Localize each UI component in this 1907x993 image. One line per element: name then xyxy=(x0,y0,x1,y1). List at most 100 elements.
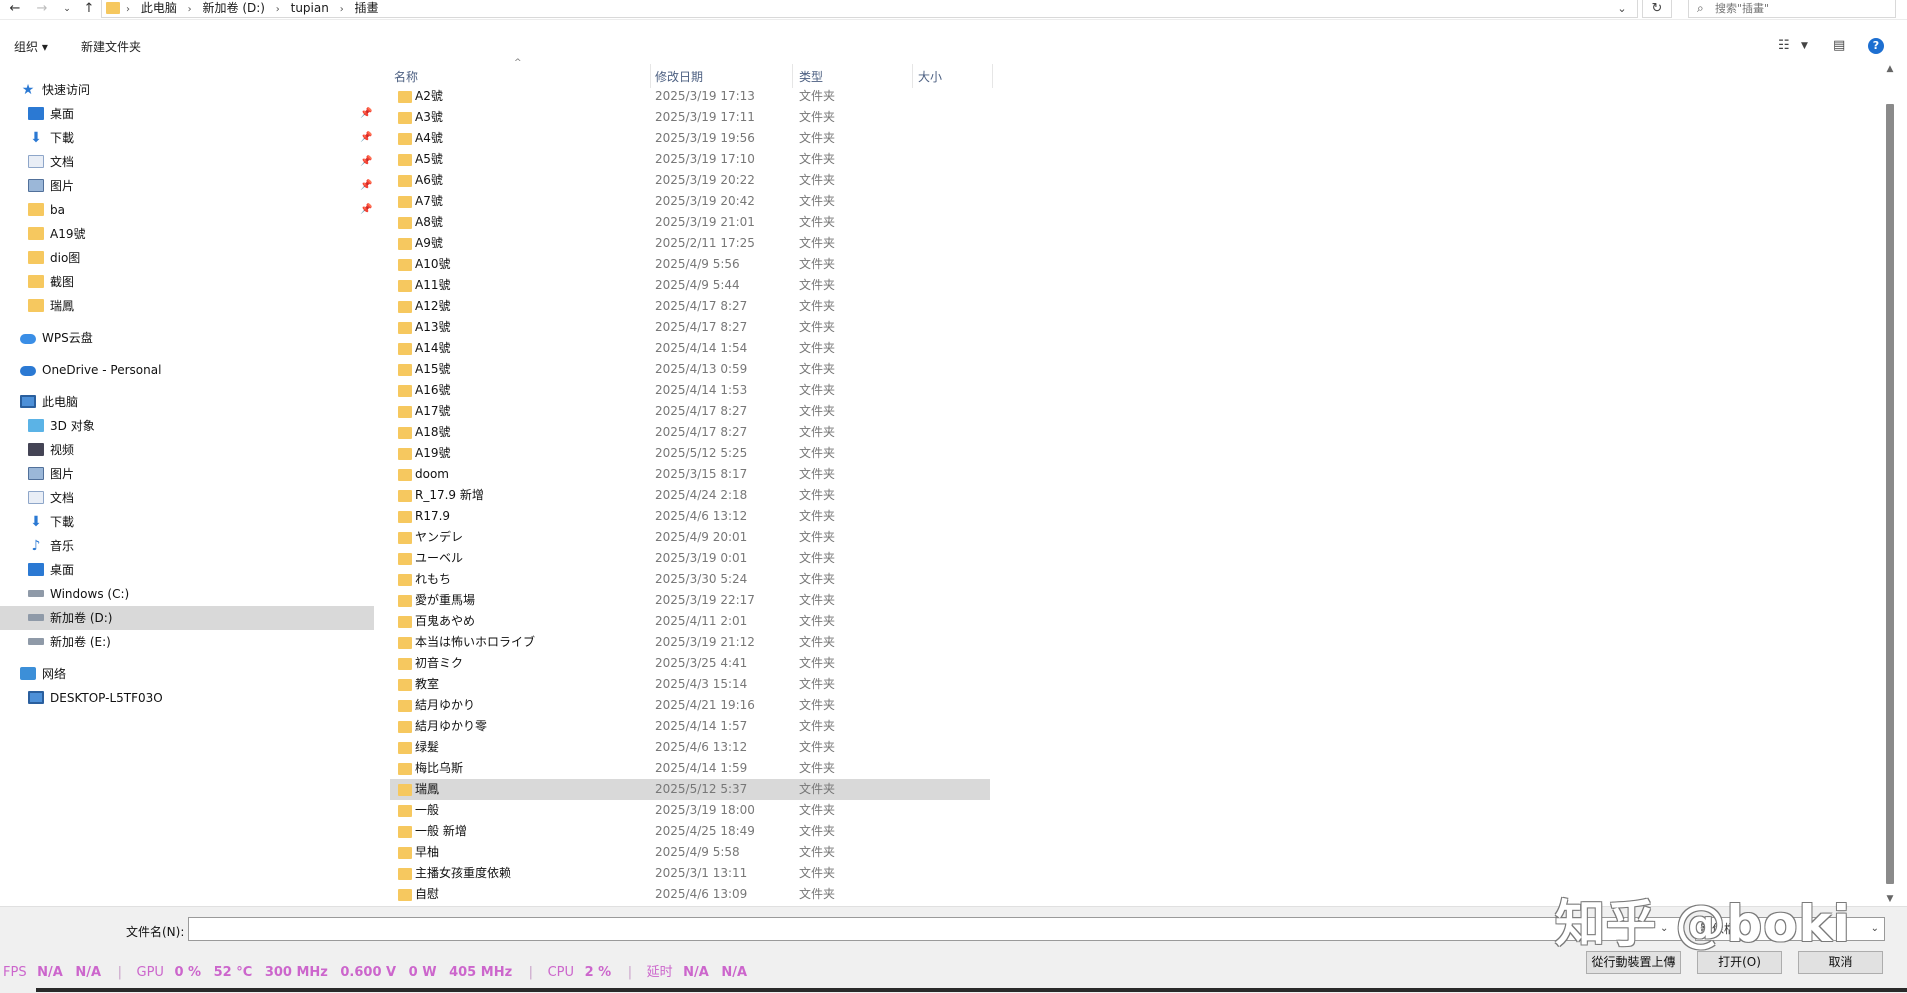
file-modified-date: 2025/3/19 20:22 xyxy=(655,173,755,187)
file-row-selected[interactable]: 瑞鳳 2025/5/12 5:37 文件夹 xyxy=(390,779,990,800)
view-options-icon[interactable]: ☷ xyxy=(1778,38,1790,53)
file-row[interactable]: 結月ゆかり 2025/4/21 19:16 文件夹 xyxy=(390,695,990,716)
file-row[interactable]: A14號 2025/4/14 1:54 文件夹 xyxy=(390,338,990,359)
nav-item[interactable]: ⬇ 下載 xyxy=(28,126,74,150)
nav-item[interactable]: 桌面 xyxy=(28,558,74,582)
nav-item-selected[interactable]: 新加卷 (D:) xyxy=(0,606,374,630)
file-row[interactable]: A19號 2025/5/12 5:25 文件夹 xyxy=(390,443,990,464)
file-modified-date: 2025/3/15 8:17 xyxy=(655,467,748,481)
column-divider[interactable] xyxy=(992,64,993,88)
file-row[interactable]: A3號 2025/3/19 17:11 文件夹 xyxy=(390,107,990,128)
file-row[interactable]: 本当は怖いホロライブ 2025/3/19 21:12 文件夹 xyxy=(390,632,990,653)
file-row[interactable]: A17號 2025/4/17 8:27 文件夹 xyxy=(390,401,990,422)
nav-item[interactable]: ♪ 音乐 xyxy=(28,534,74,558)
up-arrow-icon[interactable]: ↑ xyxy=(80,0,98,18)
nav-item[interactable]: 3D 对象 xyxy=(28,414,95,438)
file-row[interactable]: 主播女孩重度依赖 2025/3/1 13:11 文件夹 xyxy=(390,863,990,884)
file-type: 文件夹 xyxy=(799,425,836,439)
file-row[interactable]: 一般 2025/3/19 18:00 文件夹 xyxy=(390,800,990,821)
nav-item[interactable]: 图片 xyxy=(28,462,74,486)
file-type: 文件夹 xyxy=(799,866,836,880)
preview-pane-icon[interactable]: ▤ xyxy=(1833,38,1845,53)
file-row[interactable]: 早柚 2025/4/9 5:58 文件夹 xyxy=(390,842,990,863)
file-row[interactable]: 教室 2025/4/3 15:14 文件夹 xyxy=(390,674,990,695)
file-row[interactable]: A8號 2025/3/19 21:01 文件夹 xyxy=(390,212,990,233)
file-name: A16號 xyxy=(415,383,451,397)
search-input[interactable] xyxy=(1715,1,1891,16)
file-row[interactable]: A9號 2025/2/11 17:25 文件夹 xyxy=(390,233,990,254)
nav-item[interactable]: Windows (C:) xyxy=(28,582,129,606)
recent-chevron-down-icon[interactable]: ⌄ xyxy=(61,0,73,18)
file-row[interactable]: A2號 2025/3/19 17:13 文件夹 xyxy=(390,86,990,107)
nav-item[interactable]: ⬇ 下載 xyxy=(28,510,74,534)
nav-item[interactable]: 图片 xyxy=(28,174,74,198)
file-row[interactable]: A4號 2025/3/19 19:56 文件夹 xyxy=(390,128,990,149)
file-row[interactable]: 自慰 2025/4/6 13:09 文件夹 xyxy=(390,884,990,904)
nav-network[interactable]: 网络 xyxy=(20,662,66,686)
breadcrumb-item[interactable]: 此电脑 xyxy=(141,1,177,15)
scrollbar-thumb[interactable] xyxy=(1886,104,1894,884)
file-row[interactable]: A6號 2025/3/19 20:22 文件夹 xyxy=(390,170,990,191)
file-row[interactable]: R_17.9 新增 2025/4/24 2:18 文件夹 xyxy=(390,485,990,506)
nav-wps-cloud[interactable]: WPS云盘 xyxy=(20,326,93,350)
file-row[interactable]: 初音ミク 2025/3/25 4:41 文件夹 xyxy=(390,653,990,674)
refresh-icon[interactable]: ↻ xyxy=(1642,0,1672,18)
vertical-scrollbar[interactable]: ▲ ▼ xyxy=(1883,62,1897,908)
file-row[interactable]: 绿髮 2025/4/6 13:12 文件夹 xyxy=(390,737,990,758)
nav-onedrive[interactable]: OneDrive - Personal xyxy=(20,358,161,382)
forward-arrow-icon[interactable]: → xyxy=(33,0,51,18)
nav-item[interactable]: 桌面 xyxy=(28,102,74,126)
file-row[interactable]: 梅比乌斯 2025/4/14 1:59 文件夹 xyxy=(390,758,990,779)
file-row[interactable]: R17.9 2025/4/6 13:12 文件夹 xyxy=(390,506,990,527)
nav-item[interactable]: 瑞鳳 xyxy=(28,294,74,318)
file-row[interactable]: れもち 2025/3/30 5:24 文件夹 xyxy=(390,569,990,590)
file-row[interactable]: A7號 2025/3/19 20:42 文件夹 xyxy=(390,191,990,212)
nav-item[interactable]: A19號 xyxy=(28,222,85,246)
file-row[interactable]: ユーベル 2025/3/19 0:01 文件夹 xyxy=(390,548,990,569)
nav-this-pc[interactable]: 此电脑 xyxy=(20,390,78,414)
new-folder-button[interactable]: 新建文件夹 xyxy=(81,39,141,55)
file-row[interactable]: A10號 2025/4/9 5:56 文件夹 xyxy=(390,254,990,275)
file-row[interactable]: A15號 2025/4/13 0:59 文件夹 xyxy=(390,359,990,380)
folder-icon xyxy=(398,679,412,691)
nav-item[interactable]: 文档 xyxy=(28,150,74,174)
nav-quick-access[interactable]: ★ 快速访问 xyxy=(20,78,90,102)
address-dropdown-chevron-icon[interactable]: ⌄ xyxy=(1610,0,1634,18)
file-row[interactable]: A13號 2025/4/17 8:27 文件夹 xyxy=(390,317,990,338)
file-row[interactable]: A18號 2025/4/17 8:27 文件夹 xyxy=(390,422,990,443)
nav-item[interactable]: ba xyxy=(28,198,65,222)
file-row[interactable]: 愛が重馬場 2025/3/19 22:17 文件夹 xyxy=(390,590,990,611)
nav-item[interactable]: 视频 xyxy=(28,438,74,462)
file-row[interactable]: A12號 2025/4/17 8:27 文件夹 xyxy=(390,296,990,317)
file-row[interactable]: ヤンデレ 2025/4/9 20:01 文件夹 xyxy=(390,527,990,548)
file-row[interactable]: doom 2025/3/15 8:17 文件夹 xyxy=(390,464,990,485)
scroll-up-arrow-icon[interactable]: ▲ xyxy=(1883,62,1897,76)
file-row[interactable]: 一般 新增 2025/4/25 18:49 文件夹 xyxy=(390,821,990,842)
file-name: 梅比乌斯 xyxy=(415,761,464,775)
file-row[interactable]: A11號 2025/4/9 5:44 文件夹 xyxy=(390,275,990,296)
breadcrumb-item[interactable]: 插畫 xyxy=(355,1,379,15)
nav-item[interactable]: 截图 xyxy=(28,270,74,294)
file-type: 文件夹 xyxy=(799,614,836,628)
file-row[interactable]: A5號 2025/3/19 17:10 文件夹 xyxy=(390,149,990,170)
file-row[interactable]: A16號 2025/4/14 1:53 文件夹 xyxy=(390,380,990,401)
nav-item[interactable]: dio图 xyxy=(28,246,80,270)
column-divider[interactable] xyxy=(912,64,913,88)
scroll-down-arrow-icon[interactable]: ▼ xyxy=(1883,892,1897,906)
view-dropdown-chevron-icon[interactable]: ▼ xyxy=(1801,41,1808,51)
nav-item[interactable]: 文档 xyxy=(28,486,74,510)
file-row[interactable]: 百鬼あやめ 2025/4/11 2:01 文件夹 xyxy=(390,611,990,632)
organize-menu-button[interactable]: 组织 ▾ xyxy=(14,39,48,55)
file-row[interactable]: 結月ゆかり零 2025/4/14 1:57 文件夹 xyxy=(390,716,990,737)
nav-item[interactable]: 新加卷 (E:) xyxy=(28,630,111,654)
breadcrumb-item[interactable]: tupian xyxy=(291,1,329,15)
file-modified-date: 2025/4/17 8:27 xyxy=(655,425,748,439)
column-divider[interactable] xyxy=(792,64,793,88)
nav-item[interactable]: DESKTOP-L5TF03O xyxy=(28,686,163,710)
breadcrumb-item[interactable]: 新加卷 (D:) xyxy=(203,1,265,15)
back-arrow-icon[interactable]: ← xyxy=(6,0,24,18)
help-icon[interactable]: ? xyxy=(1868,38,1884,54)
filename-input[interactable] xyxy=(188,917,1682,941)
search-box[interactable]: ⌕ xyxy=(1688,0,1896,18)
column-divider[interactable] xyxy=(650,64,651,88)
